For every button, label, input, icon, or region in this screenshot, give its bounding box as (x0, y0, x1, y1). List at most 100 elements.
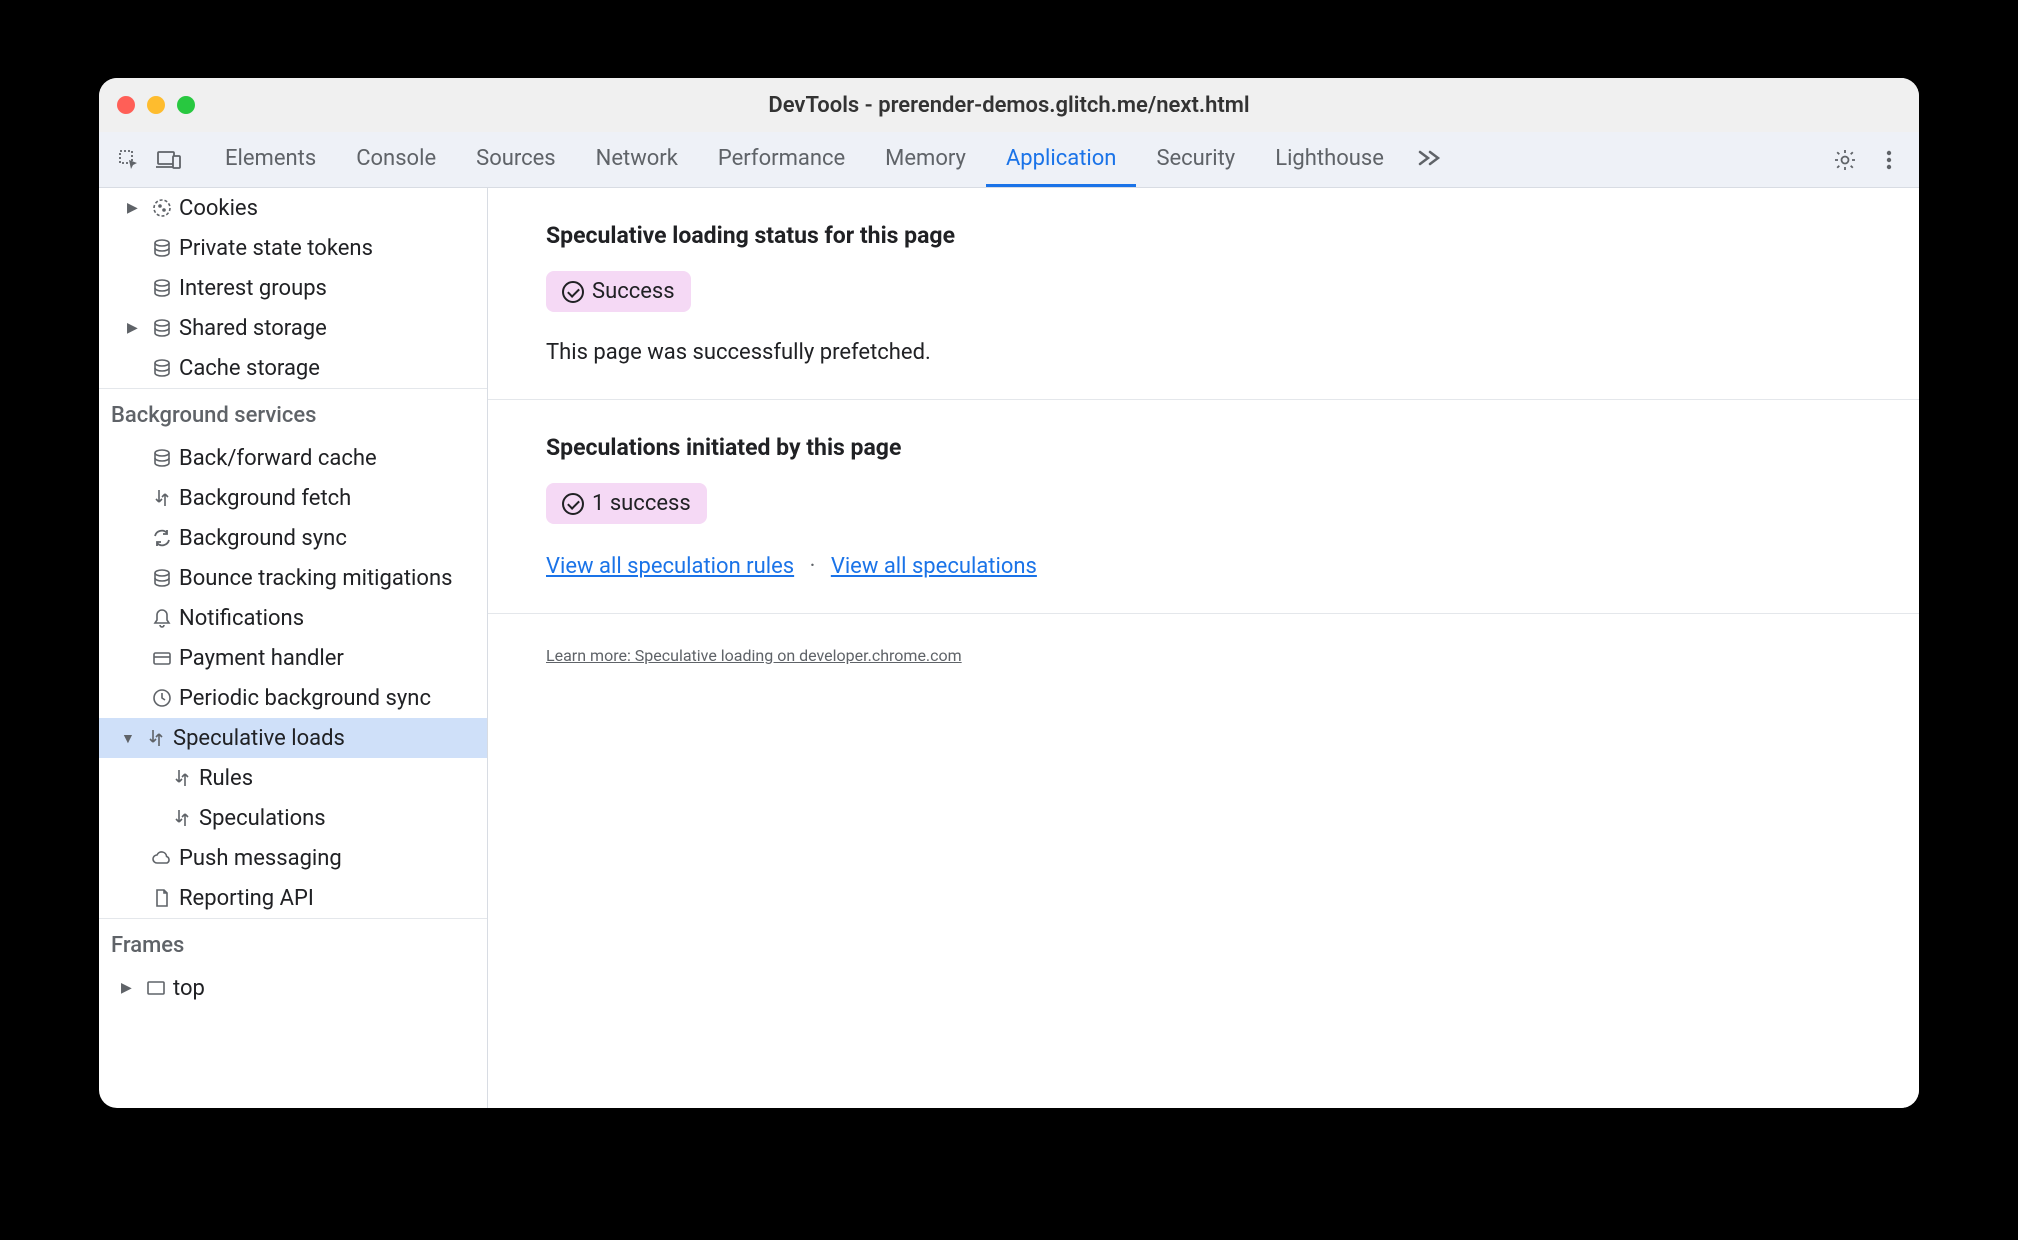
sidebar-item-bounce-tracking[interactable]: Bounce tracking mitigations (99, 558, 487, 598)
tab-elements[interactable]: Elements (205, 132, 336, 187)
status-text: This page was successfully prefetched. (546, 340, 1861, 365)
sidebar-item-push-messaging[interactable]: Push messaging (99, 838, 487, 878)
sync-icon (149, 527, 175, 549)
sidebar-item-label: Back/forward cache (179, 446, 377, 471)
expand-arrow-icon: ▶ (121, 980, 139, 996)
more-tabs-icon[interactable] (1404, 132, 1454, 187)
devtools-window: DevTools - prerender-demos.glitch.me/nex… (99, 78, 1919, 1108)
database-icon (149, 317, 175, 339)
database-icon (149, 237, 175, 259)
cloud-icon (149, 847, 175, 869)
initiated-section: Speculations initiated by this page 1 su… (488, 400, 1919, 614)
database-icon (149, 447, 175, 469)
sidebar: ▶ Cookies Private state tokens Interest … (99, 188, 488, 1108)
sidebar-item-label: Reporting API (179, 886, 314, 911)
sidebar-item-speculations[interactable]: Speculations (99, 798, 487, 838)
sidebar-item-label: top (173, 976, 205, 1001)
tab-performance[interactable]: Performance (698, 132, 865, 187)
sidebar-item-periodic-sync[interactable]: Periodic background sync (99, 678, 487, 718)
fetch-icon (149, 487, 175, 509)
sidebar-item-interest-groups[interactable]: Interest groups (99, 268, 487, 308)
sidebar-item-label: Cache storage (179, 356, 320, 381)
expand-arrow-icon: ▶ (127, 200, 145, 216)
database-icon (149, 357, 175, 379)
separator: · (810, 554, 816, 579)
sidebar-item-label: Notifications (179, 606, 304, 631)
sidebar-item-cookies[interactable]: ▶ Cookies (99, 188, 487, 228)
sidebar-item-shared-storage[interactable]: ▶ Shared storage (99, 308, 487, 348)
tab-network[interactable]: Network (576, 132, 698, 187)
tab-security[interactable]: Security (1136, 132, 1255, 187)
database-icon (149, 277, 175, 299)
status-heading: Speculative loading status for this page (546, 222, 1861, 249)
fetch-icon (143, 727, 169, 749)
sidebar-item-notifications[interactable]: Notifications (99, 598, 487, 638)
learn-more-section: Learn more: Speculative loading on devel… (488, 614, 1919, 697)
view-all-rules-link[interactable]: View all speculation rules (546, 554, 794, 579)
toolbar: Elements Console Sources Network Perform… (99, 132, 1919, 188)
sidebar-item-label: Speculations (199, 806, 326, 831)
sidebar-item-label: Push messaging (179, 846, 342, 871)
settings-icon[interactable] (1827, 142, 1863, 178)
document-icon (149, 887, 175, 909)
tab-memory[interactable]: Memory (865, 132, 986, 187)
frame-icon (143, 977, 169, 999)
fetch-icon (169, 807, 195, 829)
device-toolbar-icon[interactable] (151, 142, 187, 178)
cookie-icon (149, 197, 175, 219)
initiated-heading: Speculations initiated by this page (546, 434, 1861, 461)
sidebar-section-frames: Frames (99, 918, 487, 968)
sidebar-item-frame-top[interactable]: ▶ top (99, 968, 487, 1008)
sidebar-item-speculative-loads[interactable]: ▼ Speculative loads (99, 718, 487, 758)
sidebar-item-label: Shared storage (179, 316, 327, 341)
sidebar-item-private-state-tokens[interactable]: Private state tokens (99, 228, 487, 268)
sidebar-item-payment-handler[interactable]: Payment handler (99, 638, 487, 678)
initiated-badge: 1 success (546, 483, 707, 524)
sidebar-item-back-forward-cache[interactable]: Back/forward cache (99, 438, 487, 478)
expand-arrow-icon: ▶ (127, 320, 145, 336)
sidebar-item-background-sync[interactable]: Background sync (99, 518, 487, 558)
fetch-icon (169, 767, 195, 789)
sidebar-item-label: Rules (199, 766, 253, 791)
link-row: View all speculation rules · View all sp… (546, 554, 1861, 579)
sidebar-item-label: Bounce tracking mitigations (179, 566, 452, 591)
check-circle-icon (562, 493, 584, 515)
sidebar-item-label: Periodic background sync (179, 686, 431, 711)
check-circle-icon (562, 281, 584, 303)
close-button[interactable] (117, 96, 135, 114)
sidebar-item-cache-storage[interactable]: Cache storage (99, 348, 487, 388)
panel-tabs: Elements Console Sources Network Perform… (205, 132, 1454, 187)
more-icon[interactable] (1871, 142, 1907, 178)
sidebar-item-label: Payment handler (179, 646, 344, 671)
view-all-speculations-link[interactable]: View all speculations (831, 554, 1037, 579)
main-panel: Speculative loading status for this page… (488, 188, 1919, 1108)
titlebar: DevTools - prerender-demos.glitch.me/nex… (99, 78, 1919, 132)
window-title: DevTools - prerender-demos.glitch.me/nex… (99, 93, 1919, 118)
database-icon (149, 567, 175, 589)
sidebar-item-rules[interactable]: Rules (99, 758, 487, 798)
sidebar-section-background-services: Background services (99, 388, 487, 438)
sidebar-item-label: Speculative loads (173, 726, 345, 751)
inspect-element-icon[interactable] (111, 142, 147, 178)
initiated-badge-text: 1 success (592, 491, 691, 516)
bell-icon (149, 607, 175, 629)
sidebar-item-label: Cookies (179, 196, 258, 221)
sidebar-item-label: Background sync (179, 526, 347, 551)
maximize-button[interactable] (177, 96, 195, 114)
collapse-arrow-icon: ▼ (121, 730, 139, 747)
learn-more-link[interactable]: Learn more: Speculative loading on devel… (546, 646, 962, 665)
tab-application[interactable]: Application (986, 132, 1136, 187)
status-section: Speculative loading status for this page… (488, 188, 1919, 400)
sidebar-item-reporting-api[interactable]: Reporting API (99, 878, 487, 918)
traffic-lights (117, 96, 195, 114)
sidebar-item-label: Private state tokens (179, 236, 373, 261)
status-badge-text: Success (592, 279, 675, 304)
status-badge: Success (546, 271, 691, 312)
sidebar-item-background-fetch[interactable]: Background fetch (99, 478, 487, 518)
tab-sources[interactable]: Sources (456, 132, 576, 187)
clock-icon (149, 687, 175, 709)
tab-lighthouse[interactable]: Lighthouse (1255, 132, 1404, 187)
card-icon (149, 647, 175, 669)
tab-console[interactable]: Console (336, 132, 456, 187)
minimize-button[interactable] (147, 96, 165, 114)
